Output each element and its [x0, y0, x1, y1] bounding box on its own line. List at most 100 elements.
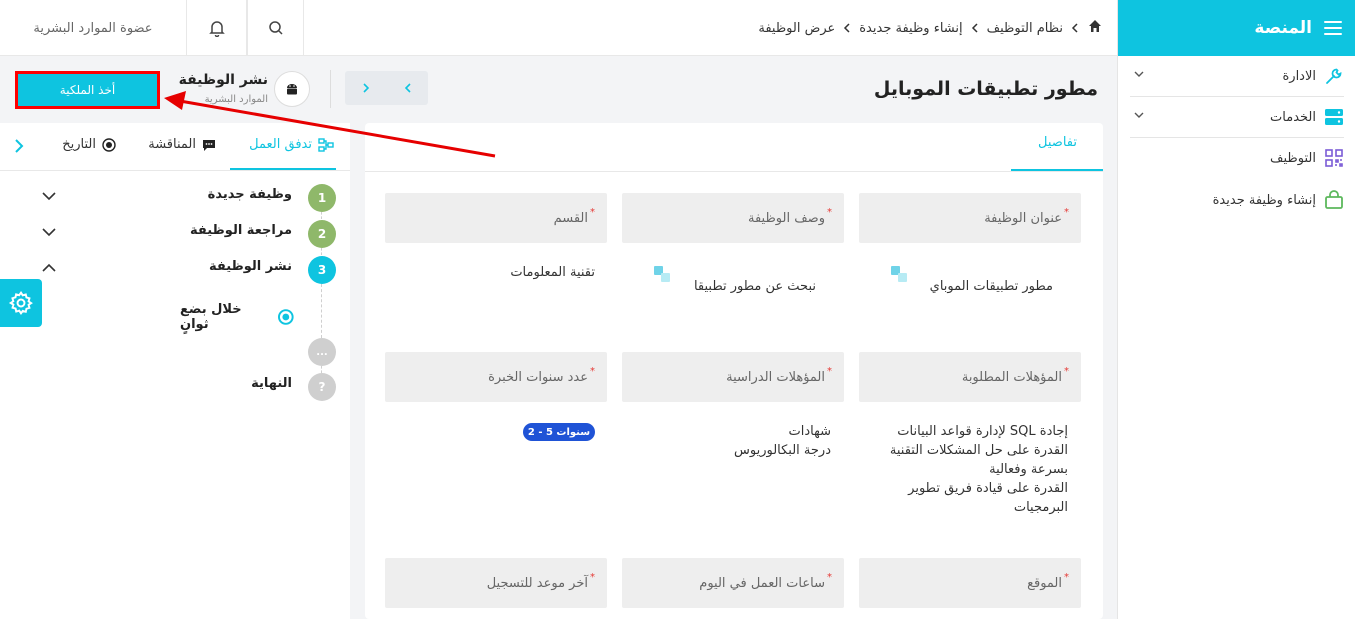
radio-icon: [278, 309, 294, 325]
chevron-right-icon[interactable]: [14, 139, 24, 153]
breadcrumb-item[interactable]: إنشاء وظيفة جديدة: [859, 21, 962, 36]
workflow-panel: تدفق العمل المناقشة التاريخ 1 وظيفة جديد…: [0, 123, 350, 619]
qr-code-icon: [1324, 148, 1344, 168]
required-mark: *: [1064, 572, 1069, 583]
chevron-left-icon: [404, 83, 411, 93]
field-label: المؤهلات المطلوبة: [961, 369, 1062, 385]
tab-history[interactable]: التاريخ: [62, 137, 116, 152]
stage-subtitle: الموارد البشرية: [204, 94, 268, 105]
step-badge: 1: [308, 184, 336, 212]
step-badge: 3: [308, 256, 336, 284]
job-title-field: عنوان الوظيفة *: [859, 193, 1081, 243]
brand-title: المنصة: [1254, 18, 1312, 38]
required-qualifications-field: المؤهلات المطلوبة *: [859, 352, 1081, 402]
divider: [330, 70, 331, 108]
field-label: آخر موعد للتسجيل: [486, 575, 588, 591]
department-field: القسم *: [385, 193, 607, 243]
field-label: المؤهلات الدراسية: [726, 369, 825, 385]
experience-years-field: عدد سنوات الخبرة *: [385, 352, 607, 402]
divider: [365, 171, 1103, 172]
search-button[interactable]: [247, 0, 304, 56]
translate-icon[interactable]: [890, 265, 908, 283]
department-value: تقنية المعلومات: [510, 265, 595, 280]
brand-bar[interactable]: المنصة: [1118, 0, 1355, 56]
job-description-field: وصف الوظيفة *: [622, 193, 844, 243]
sidebar-item-admin[interactable]: الادارة: [1130, 56, 1344, 96]
registration-deadline-field: آخر موعد للتسجيل *: [385, 558, 607, 608]
tab-workflow[interactable]: تدفق العمل: [249, 137, 334, 152]
chevron-up-icon[interactable]: [42, 263, 56, 273]
sidebar-item-recruitment[interactable]: التوظيف: [1130, 138, 1344, 178]
step-label: النهاية: [251, 376, 292, 391]
required-mark: *: [590, 366, 595, 377]
chevron-left-icon: [1071, 23, 1078, 33]
required-mark: *: [827, 207, 832, 218]
shopping-bag-icon: [1324, 190, 1344, 210]
sidebar-item-label: الادارة: [1282, 68, 1316, 84]
history-icon: [102, 137, 116, 152]
field-label: القسم: [553, 210, 588, 226]
user-name: عضوة الموارد البشرية: [33, 20, 153, 36]
tab-details[interactable]: تفاصيل: [1038, 135, 1077, 150]
next-button[interactable]: [345, 71, 386, 105]
academic-qualifications-field: المؤهلات الدراسية *: [622, 352, 844, 402]
settings-button[interactable]: [0, 279, 42, 327]
required-qualifications-value: إجادة SQL لإدارة قواعد البيانات القدرة ع…: [889, 424, 1068, 515]
substep-label: خلال بضع ثوانٍ: [180, 302, 242, 332]
tab-label: التاريخ: [62, 137, 96, 152]
home-icon[interactable]: [1087, 18, 1103, 38]
user-menu[interactable]: عضوة الموارد البشرية: [0, 0, 186, 56]
field-label: ساعات العمل في اليوم: [699, 575, 825, 591]
chevron-left-icon: [844, 23, 850, 33]
step-connector: [321, 366, 322, 373]
divider: [0, 170, 350, 171]
bell-icon: [208, 21, 225, 37]
location-field: الموقع *: [859, 558, 1081, 608]
chevron-down-icon[interactable]: [42, 227, 56, 237]
tab-label: المناقشة: [148, 137, 196, 152]
chevron-down-icon: [1134, 71, 1144, 77]
server-icon: [1324, 107, 1344, 127]
step-connector: [321, 212, 322, 219]
required-mark: *: [1064, 366, 1069, 377]
step-connector: [321, 248, 322, 255]
search-icon: [268, 21, 283, 35]
sidebar-item-label: إنشاء وظيفة جديدة: [1212, 192, 1316, 208]
field-label: عنوان الوظيفة: [984, 210, 1062, 226]
step-badge: ?: [308, 373, 336, 401]
chevron-right-icon: [362, 83, 369, 93]
wrench-icon: [1324, 66, 1344, 86]
field-label: عدد سنوات الخبرة: [488, 369, 588, 385]
menu-icon[interactable]: [1324, 21, 1342, 35]
chat-icon: [203, 139, 215, 151]
sidebar-item-services[interactable]: الخدمات: [1130, 97, 1344, 137]
work-hours-field: ساعات العمل في اليوم *: [622, 558, 844, 608]
take-ownership-button[interactable]: أخذ الملكية: [15, 71, 160, 109]
translate-icon[interactable]: [653, 265, 671, 283]
chevron-left-icon: [971, 23, 978, 33]
chevron-down-icon: [1134, 112, 1144, 118]
stage-title: نشر الوظيفة: [178, 72, 268, 88]
page-title: مطور تطبيقات الموبايل: [873, 78, 1098, 100]
notifications-button[interactable]: [186, 0, 247, 56]
sidebar-item-label: الخدمات: [1270, 109, 1316, 125]
tab-label: تدفق العمل: [249, 137, 312, 152]
previous-button[interactable]: [387, 71, 428, 105]
substep: خلال بضع ثوانٍ: [180, 302, 294, 332]
chevron-down-icon[interactable]: [42, 191, 56, 201]
sidebar-item-create-job[interactable]: إنشاء وظيفة جديدة: [1130, 180, 1344, 220]
required-mark: *: [590, 572, 595, 583]
details-card: تفاصيل عنوان الوظيفة * وصف الوظيفة * القسم…: [365, 123, 1103, 619]
android-icon: [274, 71, 310, 107]
pager: [345, 71, 428, 105]
tab-discussion[interactable]: المناقشة: [148, 137, 216, 152]
button-label: أخذ الملكية: [59, 83, 116, 97]
sidebar-item-label: التوظيف: [1270, 150, 1316, 166]
field-label: الموقع: [1027, 575, 1062, 591]
required-mark: *: [590, 207, 595, 218]
breadcrumb-item[interactable]: نظام التوظيف: [987, 21, 1063, 36]
step-connector: [321, 284, 322, 338]
experience-badge: 2 - 5 سنوات: [523, 423, 595, 441]
academic-qualifications-value: شهادات درجة البكالوريوس: [734, 424, 831, 458]
sidebar: المنصة الادارة الخدمات التوظيف إنشاء وظي…: [1117, 0, 1355, 619]
